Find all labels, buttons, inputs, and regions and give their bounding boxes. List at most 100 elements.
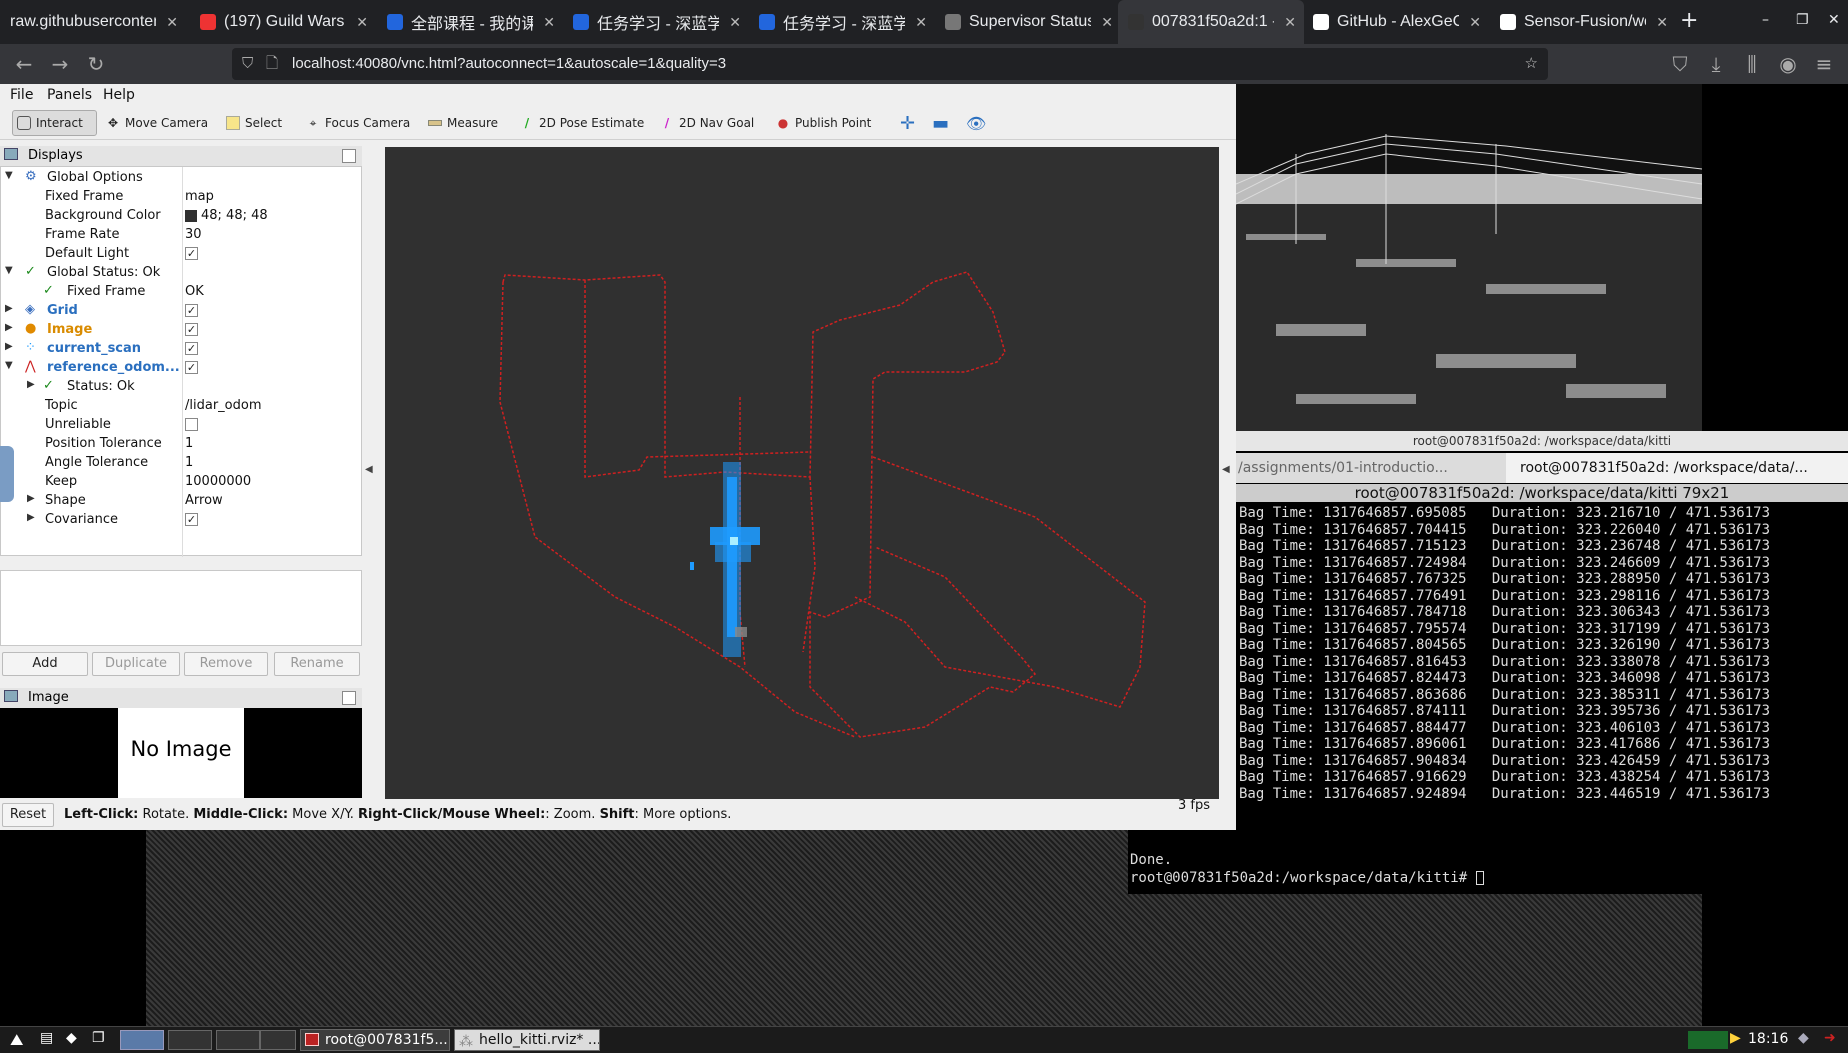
display-row[interactable]: ▼ ⋀ reference_odom... ✓	[1, 359, 361, 378]
display-row[interactable]: ▶ ⁘ current_scan ✓	[1, 340, 361, 359]
extension-icon[interactable]: ◉	[1776, 52, 1800, 76]
menu-file[interactable]: File	[10, 87, 33, 103]
display-row[interactable]: ▼ ✓ Global Status: Ok	[1, 264, 361, 283]
menu-help[interactable]: Help	[103, 87, 135, 103]
display-row-value[interactable]: ✓	[185, 246, 198, 261]
terminal-tab-2[interactable]: root@007831f50a2d: /workspace/data/...	[1506, 453, 1848, 483]
bookmark-star-icon[interactable]: ☆	[1525, 48, 1538, 80]
remove-button[interactable]: Remove	[184, 652, 268, 676]
close-tab-icon[interactable]: ✕	[1656, 14, 1668, 31]
terminal-launcher-icon[interactable]: ▤	[40, 1030, 53, 1046]
checkbox[interactable]: ✓	[185, 513, 198, 526]
add-button[interactable]: Add	[2, 652, 88, 676]
duplicate-button[interactable]: Duplicate	[92, 652, 180, 676]
display-row-value[interactable]: ✓	[185, 303, 198, 318]
display-row[interactable]: Fixed Frame map	[1, 188, 361, 207]
rename-button[interactable]: Rename	[274, 652, 360, 676]
minimize-icon[interactable]: –	[1762, 12, 1769, 28]
add-tool-icon[interactable]: ✛	[896, 110, 919, 136]
url-bar[interactable]: ⛉ 🗋 localhost:40080/vnc.html?autoconnect…	[232, 48, 1548, 80]
display-row-value[interactable]	[185, 417, 198, 432]
tool-select[interactable]: Select	[222, 110, 286, 136]
close-tab-icon[interactable]: ✕	[729, 14, 741, 31]
collapse-right-icon[interactable]: ◀	[1222, 464, 1234, 484]
side-handle[interactable]	[0, 446, 14, 502]
reset-button[interactable]: Reset	[2, 803, 54, 827]
task-rviz[interactable]: ⁂ hello_kitti.rviz* ...	[454, 1029, 600, 1051]
checkbox[interactable]: ✓	[185, 342, 198, 355]
checkbox[interactable]: ✓	[185, 361, 198, 374]
pocket-icon[interactable]: ⛉	[1668, 52, 1692, 76]
checkbox[interactable]	[185, 418, 198, 431]
tool-measure[interactable]: Measure	[424, 110, 502, 136]
terminal-tab-1[interactable]: /assignments/01-introductio...	[1238, 453, 1500, 483]
tool-move-camera[interactable]: ✥ Move Camera	[102, 110, 212, 136]
close-window-icon[interactable]: ✕	[1828, 12, 1840, 28]
workspace-1[interactable]	[120, 1030, 164, 1050]
network-icon[interactable]: ◆	[1798, 1030, 1809, 1046]
close-tab-icon[interactable]: ✕	[1469, 14, 1481, 31]
display-row[interactable]: Background Color 48; 48; 48	[1, 207, 361, 226]
browser-tab[interactable]: Sensor-Fusion/work ✕	[1490, 0, 1676, 44]
close-tab-icon[interactable]: ✕	[543, 14, 555, 31]
display-row-value[interactable]: ✓	[185, 341, 198, 356]
collapse-arrow-icon[interactable]: ▼	[5, 265, 13, 276]
app-launcher-icon[interactable]: ◆	[66, 1030, 77, 1046]
browser-tab[interactable]: 全部课程 - 我的课程 ✕	[377, 0, 563, 44]
close-tab-icon[interactable]: ✕	[356, 14, 368, 31]
display-row[interactable]: Topic/lidar_odom	[1, 397, 361, 416]
browser-tab[interactable]: 任务学习 - 深蓝学院 ✕	[749, 0, 935, 44]
display-row[interactable]: ▶ ◈ Grid ✓	[1, 302, 361, 321]
view-icon[interactable]: 👁	[962, 110, 990, 136]
expand-arrow-icon[interactable]: ▶	[27, 512, 35, 523]
close-panel-icon[interactable]	[342, 691, 356, 705]
logout-icon[interactable]: ➜	[1824, 1030, 1836, 1046]
checkbox[interactable]: ✓	[185, 304, 198, 317]
display-row[interactable]: ✓ Fixed Frame OK	[1, 283, 361, 302]
display-row[interactable]: ▶ ● Image ✓	[1, 321, 361, 340]
display-row[interactable]: ▶ Covariance ✓	[1, 511, 361, 530]
display-row-value[interactable]: ✓	[185, 322, 198, 337]
tool-nav-goal[interactable]: /2D Nav Goal	[656, 110, 758, 136]
task-terminal[interactable]: root@007831f5...	[300, 1029, 450, 1051]
display-row-value[interactable]: ✓	[185, 512, 198, 527]
expand-arrow-icon[interactable]: ▶	[27, 493, 35, 504]
tool-interact[interactable]: Interact	[12, 110, 97, 136]
render-viewport[interactable]	[385, 147, 1219, 799]
close-tab-icon[interactable]: ✕	[915, 14, 927, 31]
volume-icon[interactable]: ▶	[1730, 1030, 1741, 1046]
window-switcher-icon[interactable]: ❐	[92, 1030, 105, 1046]
display-row[interactable]: ▶ ✓ Status: Ok	[1, 378, 361, 397]
close-panel-icon[interactable]	[342, 149, 356, 163]
remove-tool-icon[interactable]: ▬	[928, 110, 953, 136]
reload-icon[interactable]: ↻	[84, 52, 108, 76]
start-menu-icon[interactable]: ⛰	[10, 1030, 23, 1050]
collapse-left-icon[interactable]: ◀	[365, 464, 377, 484]
workspace-3[interactable]	[216, 1030, 260, 1050]
new-tab-button[interactable]: +	[1680, 8, 1698, 33]
expand-arrow-icon[interactable]: ▶	[5, 322, 13, 333]
close-tab-icon[interactable]: ✕	[1284, 14, 1296, 31]
display-row[interactable]: Default Light ✓	[1, 245, 361, 264]
download-icon[interactable]: ⤓	[1704, 52, 1728, 76]
menu-panels[interactable]: Panels	[47, 87, 92, 103]
browser-tab[interactable]: Supervisor Status ✕	[935, 0, 1121, 44]
collapse-arrow-icon[interactable]: ▼	[5, 170, 13, 181]
tool-publish-point[interactable]: ● Publish Point	[772, 110, 875, 136]
workspace-4[interactable]	[260, 1030, 296, 1050]
browser-tab[interactable]: GitHub - AlexGeCon ✕	[1303, 0, 1489, 44]
back-icon[interactable]: ←	[12, 52, 36, 76]
display-row[interactable]: ▼ ⚙ Global Options	[1, 169, 361, 188]
display-row[interactable]: ▶ Shape Arrow	[1, 492, 361, 511]
expand-arrow-icon[interactable]: ▶	[27, 379, 35, 390]
library-icon[interactable]: ⫼	[1740, 52, 1764, 76]
workspace-2[interactable]	[168, 1030, 212, 1050]
display-row[interactable]: Unreliable	[1, 416, 361, 435]
close-tab-icon[interactable]: ✕	[1101, 14, 1113, 31]
expand-arrow-icon[interactable]: ▶	[5, 341, 13, 352]
restore-icon[interactable]: ❐	[1796, 12, 1809, 28]
tool-focus-camera[interactable]: ⌖ Focus Camera	[302, 110, 414, 136]
browser-tab[interactable]: 任务学习 - 深蓝学院 ✕	[563, 0, 749, 44]
tool-pose-estimate[interactable]: /2D Pose Estimate	[516, 110, 648, 136]
menu-icon[interactable]: ≡	[1812, 52, 1836, 76]
